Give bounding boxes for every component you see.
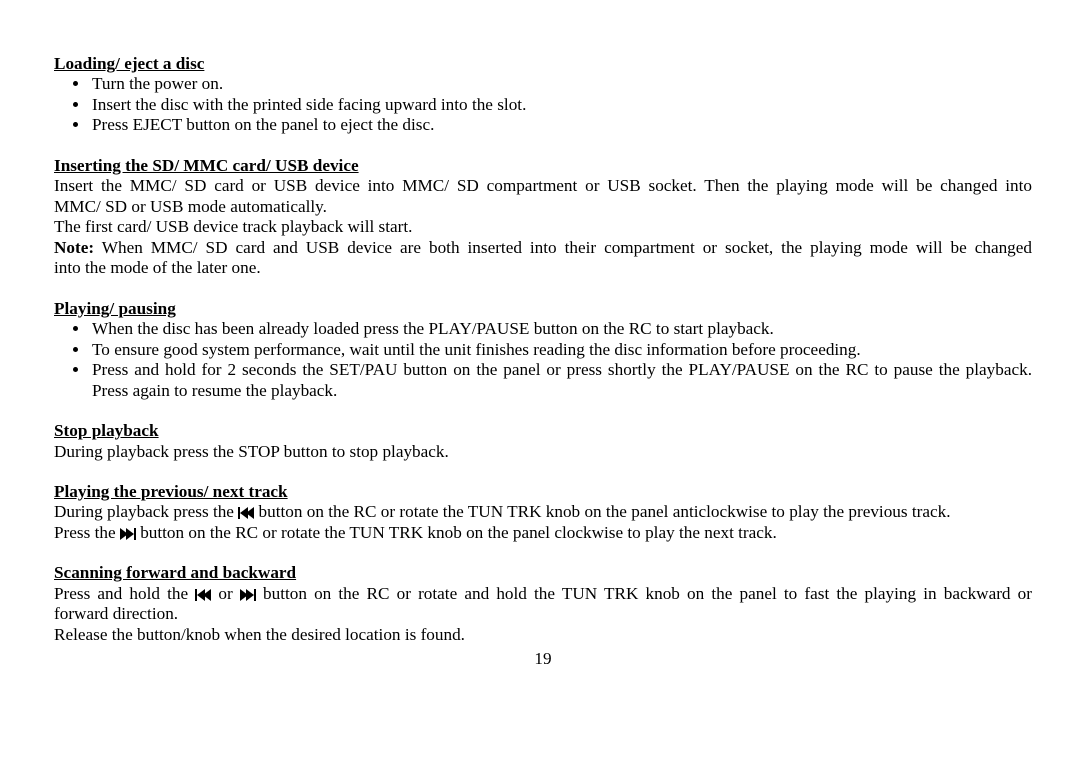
- page-number: 19: [54, 649, 1032, 669]
- body-text: During playback press the button on the …: [54, 502, 1032, 522]
- list-item: Press and hold for 2 seconds the SET/PAU…: [90, 360, 1032, 401]
- note-label: Note:: [54, 238, 94, 257]
- skip-next-icon: [120, 525, 136, 537]
- heading-scanning: Scanning forward and backward: [54, 563, 1032, 583]
- heading-inserting-card: Inserting the SD/ MMC card/ USB device: [54, 156, 1032, 176]
- text-span: Press and hold the: [54, 584, 195, 603]
- skip-previous-icon: [238, 504, 254, 516]
- list-item: When the disc has been already loaded pr…: [90, 319, 1032, 339]
- text-span: Press the: [54, 523, 120, 542]
- text-span: or: [211, 584, 240, 603]
- body-text: During playback press the STOP button to…: [54, 442, 1032, 462]
- heading-prev-next-track: Playing the previous/ next track: [54, 482, 1032, 502]
- text-span: button on the RC or rotate and hold the …: [256, 584, 1032, 603]
- skip-next-icon: [240, 586, 256, 598]
- body-text: into the mode of the later one.: [54, 258, 1032, 278]
- note-text: Note: When MMC/ SD card and USB device a…: [54, 238, 1032, 258]
- list-playing-pausing: When the disc has been already loaded pr…: [54, 319, 1032, 401]
- body-text: Release the button/knob when the desired…: [54, 625, 1032, 645]
- text-span: button on the RC or rotate the TUN TRK k…: [136, 523, 777, 542]
- body-text: Insert the MMC/ SD card or USB device in…: [54, 176, 1032, 196]
- body-text: Press the button on the RC or rotate the…: [54, 523, 1032, 543]
- body-text: The first card/ USB device track playbac…: [54, 217, 1032, 237]
- list-item: Turn the power on.: [90, 74, 1032, 94]
- list-item: Press EJECT button on the panel to eject…: [90, 115, 1032, 135]
- body-text: forward direction.: [54, 604, 1032, 624]
- list-item: To ensure good system performance, wait …: [90, 340, 1032, 360]
- body-text: When MMC/ SD card and USB device are bot…: [94, 238, 1032, 257]
- body-text: MMC/ SD or USB mode automatically.: [54, 197, 1032, 217]
- heading-playing-pausing: Playing/ pausing: [54, 299, 1032, 319]
- text-span: button on the RC or rotate the TUN TRK k…: [254, 502, 950, 521]
- body-text: Press and hold the or button on the RC o…: [54, 584, 1032, 604]
- list-loading-eject: Turn the power on. Insert the disc with …: [54, 74, 1032, 135]
- list-item: Insert the disc with the printed side fa…: [90, 95, 1032, 115]
- skip-previous-icon: [195, 586, 211, 598]
- heading-loading-eject: Loading/ eject a disc: [54, 54, 1032, 74]
- heading-stop-playback: Stop playback: [54, 421, 1032, 441]
- text-span: During playback press the: [54, 502, 238, 521]
- manual-page: Loading/ eject a disc Turn the power on.…: [0, 0, 1080, 761]
